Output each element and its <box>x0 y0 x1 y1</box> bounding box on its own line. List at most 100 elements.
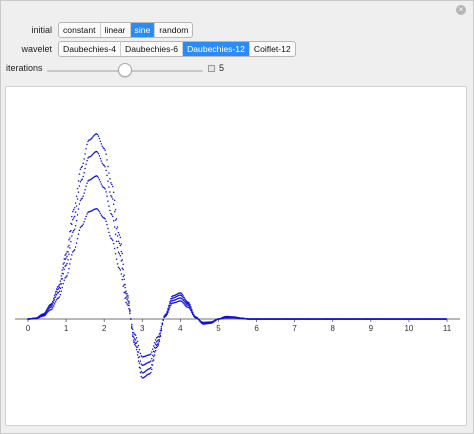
data-point <box>101 162 104 164</box>
data-point <box>51 305 53 308</box>
data-point <box>162 318 164 321</box>
data-point <box>82 223 84 225</box>
data-point <box>150 371 152 374</box>
data-point <box>138 362 141 364</box>
data-point <box>125 292 127 295</box>
data-point <box>108 172 110 174</box>
data-point <box>100 183 103 185</box>
data-point <box>99 140 102 142</box>
data-point <box>124 297 126 300</box>
data-point <box>103 186 105 189</box>
iterations-slider-thumb[interactable] <box>118 63 132 77</box>
close-icon[interactable]: × <box>456 5 466 15</box>
initial-option-constant[interactable]: constant <box>59 23 101 37</box>
data-point <box>99 157 102 160</box>
data-point <box>120 243 123 245</box>
iterations-label: iterations <box>6 63 43 73</box>
data-point <box>157 342 160 344</box>
data-point <box>72 229 75 232</box>
wavelet-label: wavelet <box>21 44 52 54</box>
data-point <box>123 274 125 276</box>
data-point <box>137 360 140 362</box>
data-point <box>105 153 107 155</box>
data-point <box>72 218 74 221</box>
data-point <box>152 360 154 362</box>
data-point <box>63 279 65 281</box>
data-point <box>169 306 171 309</box>
data-point <box>135 336 138 339</box>
data-point <box>64 258 66 261</box>
data-point <box>55 290 58 293</box>
data-point <box>124 286 126 289</box>
data-point <box>68 267 70 270</box>
wavelet-option-coiflet-12[interactable]: Coiflet-12 <box>250 42 295 56</box>
data-point <box>64 265 66 268</box>
data-point <box>84 218 86 220</box>
data-point <box>65 253 67 255</box>
data-point <box>183 303 185 305</box>
data-point <box>115 218 118 220</box>
data-point <box>80 166 83 169</box>
data-point <box>130 318 132 320</box>
wavelet-option-daubechies-4[interactable]: Daubechies-4 <box>59 42 122 56</box>
data-point <box>68 244 70 247</box>
data-point <box>106 174 108 177</box>
data-point <box>57 287 60 290</box>
x-tick-label: 9 <box>369 324 374 333</box>
wavelet-option-daubechies-6[interactable]: Daubechies-6 <box>121 42 184 56</box>
wavelet-plot: 0 1 2 3 4 5 6 7 8 9 10 11 <box>15 133 460 379</box>
data-point <box>111 238 113 240</box>
data-point <box>120 273 123 275</box>
data-point <box>109 177 111 180</box>
data-point <box>133 341 136 343</box>
data-point <box>134 334 137 336</box>
data-point <box>100 143 103 145</box>
data-point <box>123 291 125 294</box>
data-point <box>99 181 102 183</box>
data-point <box>121 267 124 269</box>
data-point <box>60 275 63 277</box>
data-point <box>97 135 100 137</box>
data-point <box>118 267 121 270</box>
initial-option-random[interactable]: random <box>155 23 192 37</box>
data-point <box>86 143 88 146</box>
data-point <box>68 239 70 241</box>
data-point <box>170 304 172 306</box>
data-point <box>76 198 79 200</box>
data-point <box>84 188 86 191</box>
data-point <box>112 242 115 245</box>
data-point <box>85 185 87 187</box>
data-point <box>60 283 63 285</box>
data-point <box>116 235 119 237</box>
data-point <box>103 147 105 150</box>
plot-panel: 0 1 2 3 4 5 6 7 8 9 10 11 <box>5 86 467 426</box>
data-point <box>53 303 56 305</box>
data-point <box>114 208 117 211</box>
data-point <box>86 182 88 184</box>
data-point <box>107 227 109 230</box>
initial-option-sine[interactable]: sine <box>130 23 156 37</box>
wavelet-option-daubechies-12[interactable]: Daubechies-12 <box>183 42 250 56</box>
data-point <box>182 302 184 304</box>
data-point <box>161 322 164 324</box>
data-point <box>112 191 115 193</box>
data-point <box>85 215 87 218</box>
data-point <box>72 210 74 213</box>
expand-controls-icon[interactable] <box>208 65 215 72</box>
data-point <box>107 165 109 168</box>
data-point <box>53 299 56 301</box>
data-point <box>100 214 103 216</box>
data-point <box>61 286 64 289</box>
data-point <box>109 191 111 193</box>
data-point <box>182 296 184 299</box>
data-point <box>67 246 69 248</box>
data-point <box>73 228 76 231</box>
data-point <box>126 295 128 297</box>
data-point <box>108 231 110 234</box>
data-point <box>98 210 101 213</box>
data-point <box>120 260 123 262</box>
initial-option-linear[interactable]: linear <box>101 23 131 37</box>
data-point <box>55 299 58 301</box>
data-point <box>84 167 86 170</box>
data-point <box>119 269 122 271</box>
